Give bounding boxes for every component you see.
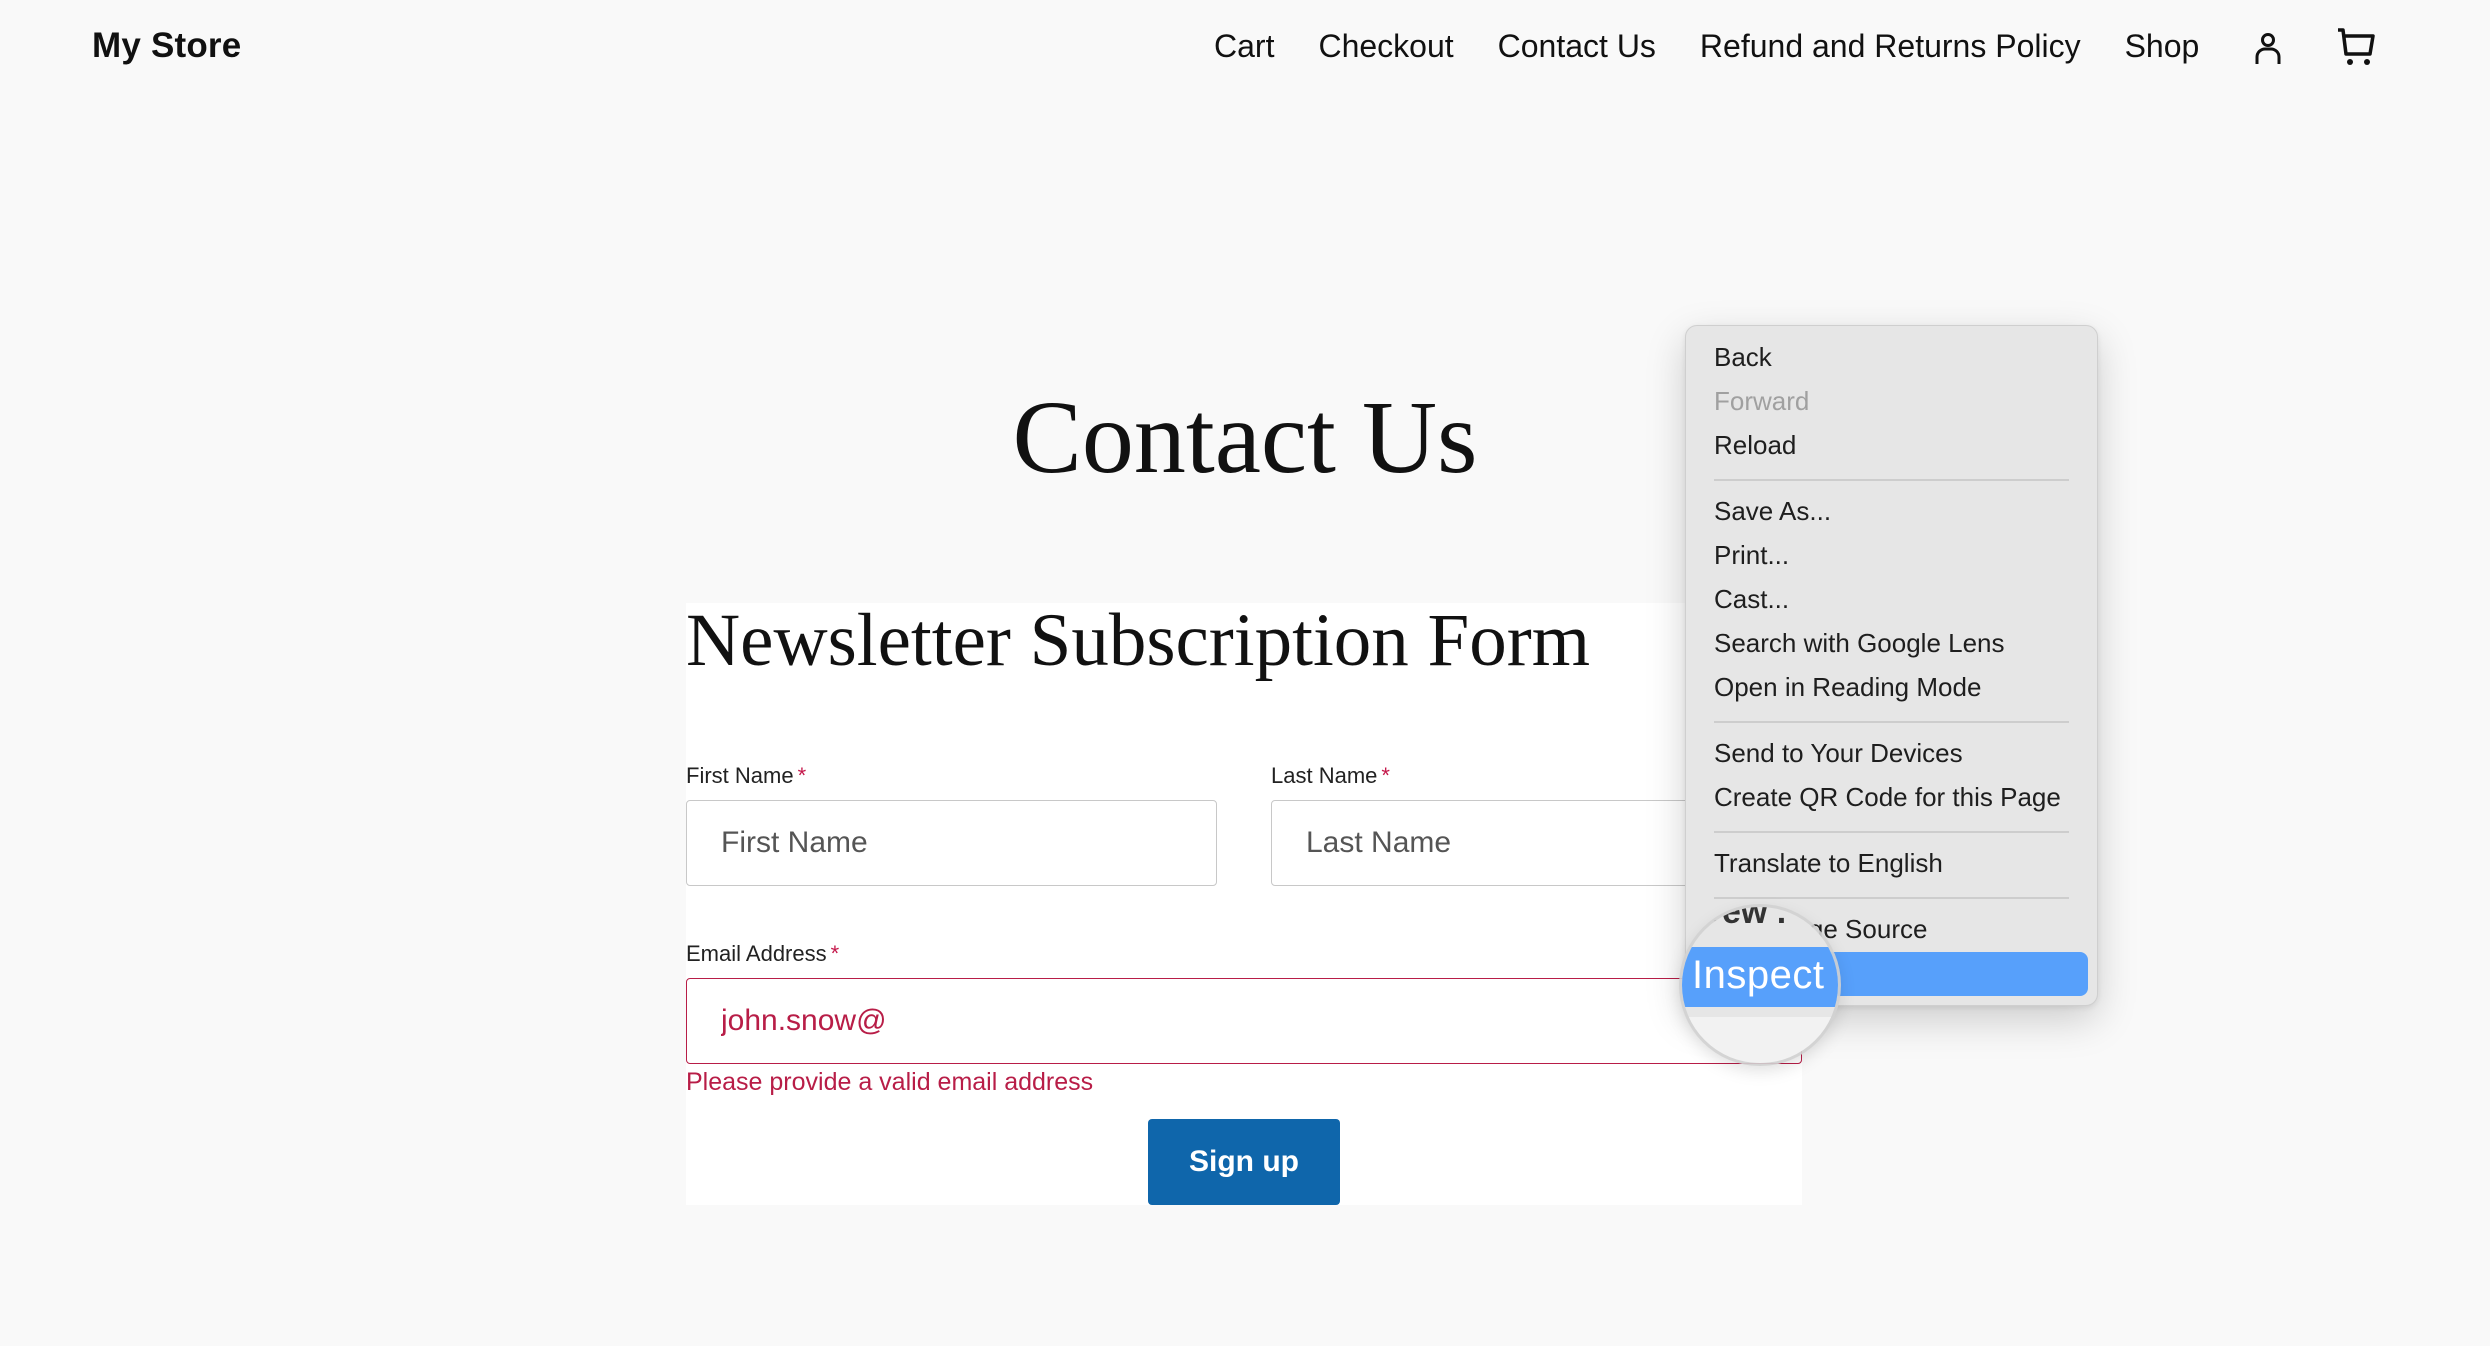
magnifier-bottom [1682,1017,1838,1063]
site-title[interactable]: My Store [92,26,241,66]
menu-item-send-to-devices[interactable]: Send to Your Devices [1714,738,1963,769]
nav-refund-returns-policy[interactable]: Refund and Returns Policy [1700,28,2081,65]
required-marker: * [830,941,840,966]
first-name-label: First Name * [686,763,807,788]
menu-item-reload[interactable]: Reload [1714,430,1796,461]
required-marker: * [797,763,807,788]
menu-item-cast[interactable]: Cast... [1714,584,1789,615]
menu-item-forward: Forward [1714,386,1810,416]
cart-icon[interactable] [2336,26,2378,68]
main-nav: Cart Checkout Contact Us Refund and Retu… [1214,28,2375,65]
nav-checkout[interactable]: Checkout [1318,28,1453,65]
nav-cart[interactable]: Cart [1214,28,1274,65]
menu-separator [1714,897,2069,899]
menu-item-print[interactable]: Print... [1714,540,1789,571]
first-name-input[interactable] [686,800,1217,886]
nav-contact-us[interactable]: Contact Us [1498,28,1656,65]
menu-separator [1714,831,2069,833]
menu-item-back[interactable]: Back [1714,342,1772,373]
form-title: Newsletter Subscription Form [686,599,1591,682]
magnifier-top-fragment: ew . [1722,907,1787,931]
context-menu: Back Forward Reload Save As... Print... … [1685,325,2098,1006]
menu-item-search-google-lens[interactable]: Search with Google Lens [1714,628,2005,659]
nav-shop[interactable]: Shop [2125,28,2200,65]
menu-separator [1714,479,2069,481]
email-input[interactable] [686,978,1802,1064]
magnifier-inspect-label: Inspect [1692,953,1825,997]
required-marker: * [1381,763,1390,788]
newsletter-form-panel [686,603,1802,1205]
menu-separator [1714,721,2069,723]
menu-item-open-reading-mode[interactable]: Open in Reading Mode [1714,672,1981,703]
menu-item-create-qr-code[interactable]: Create QR Code for this Page [1714,782,2061,813]
magnifier-lens: ew . Inspect [1682,907,1838,1063]
email-label: Email Address * [686,941,840,966]
sign-up-button[interactable]: Sign up [1148,1119,1340,1205]
menu-item-save-as[interactable]: Save As... [1714,496,1831,527]
user-icon[interactable] [2253,32,2283,66]
menu-item-translate[interactable]: Translate to English [1714,848,1943,879]
last-name-label: Last Name * [1271,763,1390,788]
page-title: Contact Us [1012,380,1478,495]
email-error-message: Please provide a valid email address [686,1068,1094,1096]
